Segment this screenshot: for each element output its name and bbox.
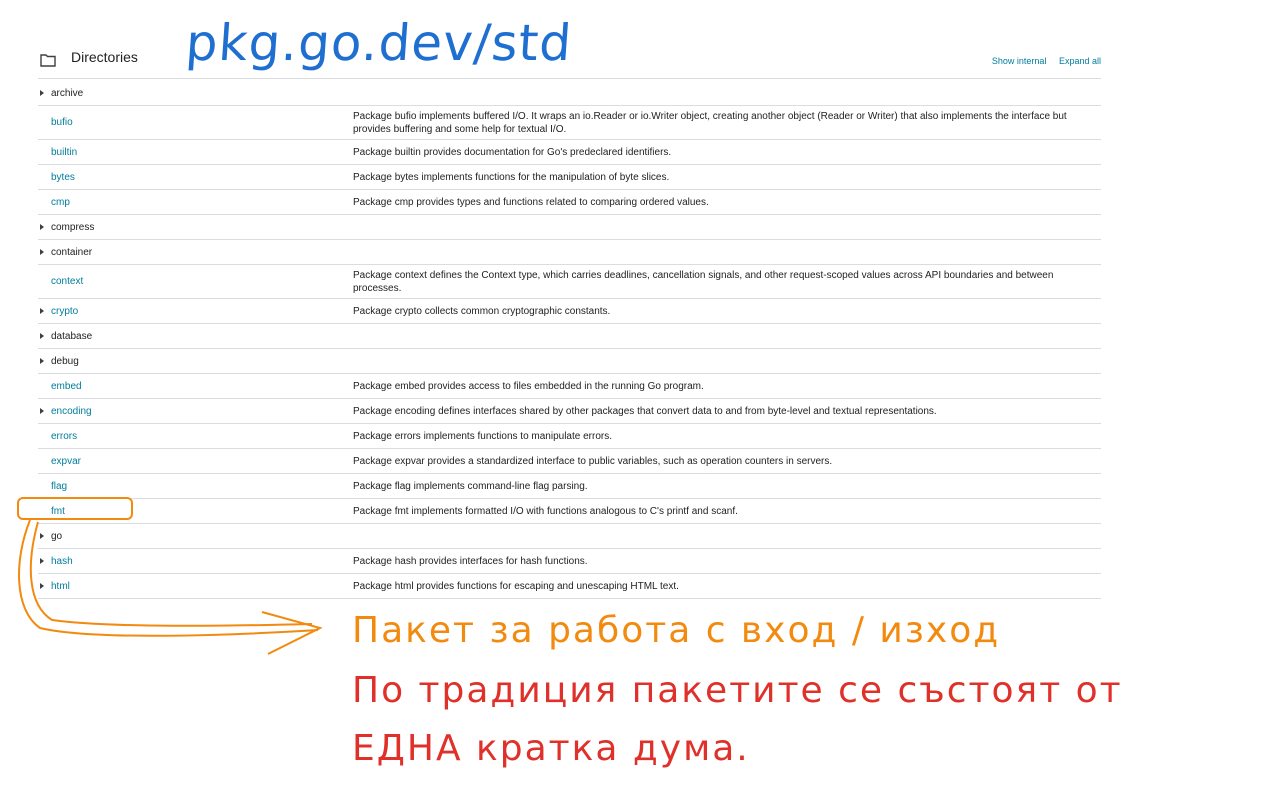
package-name-cell: html: [38, 573, 353, 599]
package-name-cell: encoding: [38, 398, 353, 424]
package-name-cell: bufio: [38, 105, 353, 140]
package-archive-link[interactable]: archive: [51, 88, 83, 99]
table-row: expvar Package expvar provides a standard…: [38, 448, 1101, 474]
package-description: [353, 348, 1101, 374]
fmt-highlight-box: [17, 497, 133, 520]
table-row: archive: [38, 81, 1101, 106]
table-row: flag Package flag implements command-line…: [38, 473, 1101, 499]
table-row: hash Package hash provides interfaces for…: [38, 548, 1101, 574]
package-name-cell: debug: [38, 348, 353, 374]
handwritten-url-title: pkg.go.dev/std: [183, 14, 575, 72]
table-row: debug: [38, 348, 1101, 374]
package-name-cell: archive: [38, 81, 353, 106]
table-row: go: [38, 523, 1101, 549]
package-description: [353, 323, 1101, 349]
package-description: Package bytes implements functions for t…: [353, 164, 1101, 190]
table-row: bufio Package bufio implements buffered I…: [38, 105, 1101, 140]
package-description: Package embed provides access to files e…: [353, 373, 1101, 399]
package-name-cell: builtin: [38, 139, 353, 165]
expand-caret-icon[interactable]: [40, 533, 44, 539]
package-name-cell: cmp: [38, 189, 353, 215]
header-links: Show internal Expand all: [982, 56, 1101, 66]
table-row: container: [38, 239, 1101, 265]
table-row: context Package context defines the Conte…: [38, 264, 1101, 299]
package-database-link[interactable]: database: [51, 331, 92, 342]
package-description: Package cmp provides types and functions…: [353, 189, 1101, 215]
package-embed-link[interactable]: embed: [51, 381, 82, 392]
expand-all-link[interactable]: Expand all: [1059, 56, 1101, 66]
annotation-line-3: ЕДНА кратка дума.: [352, 728, 750, 769]
table-row: encoding Package encoding defines interfa…: [38, 398, 1101, 424]
package-builtin-link[interactable]: builtin: [51, 147, 77, 158]
package-name-cell: crypto: [38, 298, 353, 324]
package-description: Package errors implements functions to m…: [353, 423, 1101, 449]
package-errors-link[interactable]: errors: [51, 431, 77, 442]
table-row: cmp Package cmp provides types and functi…: [38, 189, 1101, 215]
package-debug-link[interactable]: debug: [51, 356, 79, 367]
table-row: embed Package embed provides access to fi…: [38, 373, 1101, 399]
package-go-link[interactable]: go: [51, 531, 62, 542]
package-cmp-link[interactable]: cmp: [51, 197, 70, 208]
package-description: Package flag implements command-line fla…: [353, 473, 1101, 499]
package-crypto-link[interactable]: crypto: [51, 306, 78, 317]
package-compress-link[interactable]: compress: [51, 222, 94, 233]
package-description: [353, 239, 1101, 265]
directories-title: Directories: [71, 49, 138, 65]
expand-caret-icon[interactable]: [40, 308, 44, 314]
package-description: Package context defines the Context type…: [353, 264, 1101, 299]
expand-caret-icon[interactable]: [40, 558, 44, 564]
table-row: html Package html provides functions for …: [38, 573, 1101, 599]
expand-caret-icon[interactable]: [40, 249, 44, 255]
package-name-cell: context: [38, 264, 353, 299]
package-description: Package html provides functions for esca…: [353, 573, 1101, 599]
package-name-cell: database: [38, 323, 353, 349]
package-name-cell: hash: [38, 548, 353, 574]
package-description: [353, 81, 1101, 106]
package-html-link[interactable]: html: [51, 581, 70, 592]
expand-caret-icon[interactable]: [40, 358, 44, 364]
table-row: fmt Package fmt implements formatted I/O …: [38, 498, 1101, 524]
show-internal-link[interactable]: Show internal: [992, 56, 1047, 66]
package-encoding-link[interactable]: encoding: [51, 406, 92, 417]
package-description: [353, 523, 1101, 549]
package-description: Package fmt implements formatted I/O wit…: [353, 498, 1101, 524]
package-context-link[interactable]: context: [51, 276, 83, 287]
table-row: crypto Package crypto collects common cry…: [38, 298, 1101, 324]
table-row: errors Package errors implements function…: [38, 423, 1101, 449]
table-row: compress: [38, 214, 1101, 240]
package-description: Package expvar provides a standardized i…: [353, 448, 1101, 474]
expand-caret-icon[interactable]: [40, 333, 44, 339]
package-description: Package builtin provides documentation f…: [353, 139, 1101, 165]
expand-caret-icon[interactable]: [40, 408, 44, 414]
package-description: Package hash provides interfaces for has…: [353, 548, 1101, 574]
package-name-cell: embed: [38, 373, 353, 399]
package-bytes-link[interactable]: bytes: [51, 172, 75, 183]
package-name-cell: flag: [38, 473, 353, 499]
package-container-link[interactable]: container: [51, 247, 92, 258]
table-row: builtin Package builtin provides document…: [38, 139, 1101, 165]
package-description: [353, 214, 1101, 240]
package-name-cell: go: [38, 523, 353, 549]
expand-caret-icon[interactable]: [40, 583, 44, 589]
package-name-cell: errors: [38, 423, 353, 449]
package-expvar-link[interactable]: expvar: [51, 456, 81, 467]
table-row: bytes Package bytes implements functions …: [38, 164, 1101, 190]
directories-table: archive bufio Package bufio implements buf…: [38, 81, 1101, 599]
package-name-cell: bytes: [38, 164, 353, 190]
expand-caret-icon[interactable]: [40, 224, 44, 230]
package-name-cell: expvar: [38, 448, 353, 474]
annotation-line-1: Пакет за работа с вход / изход: [352, 610, 1001, 651]
package-name-cell: compress: [38, 214, 353, 240]
annotation-line-2: По традиция пакетите се състоят от: [352, 670, 1123, 711]
expand-caret-icon[interactable]: [40, 90, 44, 96]
package-description: Package bufio implements buffered I/O. I…: [353, 105, 1101, 140]
package-hash-link[interactable]: hash: [51, 556, 73, 567]
package-description: Package encoding defines interfaces shar…: [353, 398, 1101, 424]
folder-icon: [40, 54, 56, 67]
package-bufio-link[interactable]: bufio: [51, 117, 73, 128]
package-flag-link[interactable]: flag: [51, 481, 67, 492]
package-description: Package crypto collects common cryptogra…: [353, 298, 1101, 324]
table-row: database: [38, 323, 1101, 349]
package-name-cell: container: [38, 239, 353, 265]
